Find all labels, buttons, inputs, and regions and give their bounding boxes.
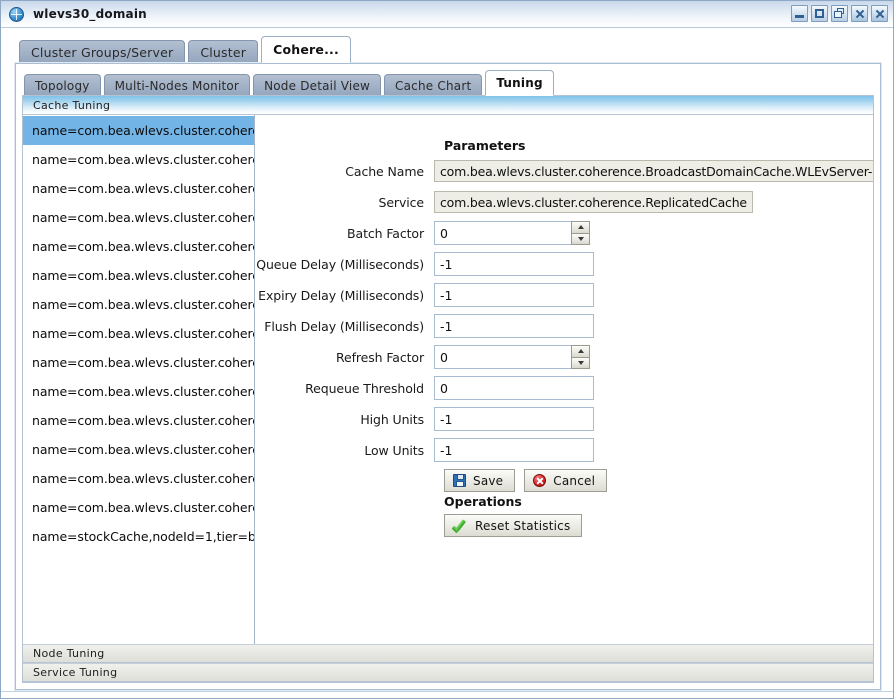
accordion-header-cache-tuning[interactable]: Cache Tuning <box>23 96 873 115</box>
cache-list[interactable]: name=com.bea.wlevs.cluster.cohere... name… <box>23 115 255 644</box>
cancel-button-label: Cancel <box>553 473 596 488</box>
tab-node-detail-view[interactable]: Node Detail View <box>253 74 382 96</box>
tab-multi-nodes-monitor[interactable]: Multi-Nodes Monitor <box>103 74 251 96</box>
field-row-batch-factor: Batch Factor 0 <box>255 221 873 245</box>
form-action-buttons: Save Cancel <box>444 469 608 492</box>
label-batch-factor: Batch Factor <box>347 225 424 241</box>
spinner-buttons-refresh-factor[interactable] <box>571 345 590 369</box>
window-controls <box>791 5 888 22</box>
spinner-up-icon[interactable] <box>572 346 589 357</box>
list-item[interactable]: name=com.bea.wlevs.cluster.cohere... <box>23 174 254 203</box>
save-button[interactable]: Save <box>444 469 516 492</box>
list-item[interactable]: name=com.bea.wlevs.cluster.cohere... <box>23 203 254 232</box>
label-cache-name: Cache Name <box>345 163 424 179</box>
spinner-down-icon[interactable] <box>572 232 589 244</box>
label-high-units: High Units <box>360 411 424 427</box>
label-service: Service <box>378 194 425 210</box>
list-item[interactable]: name=com.bea.wlevs.cluster.cohere... <box>23 290 254 319</box>
accordion-header-service-tuning[interactable]: Service Tuning <box>23 663 873 682</box>
accordion-header-cache-tuning-label: Cache Tuning <box>33 98 111 112</box>
list-item[interactable]: name=com.bea.wlevs.cluster.cohere... <box>23 406 254 435</box>
coherence-panel: Topology Multi-Nodes Monitor Node Detail… <box>15 63 881 690</box>
check-mark-icon <box>451 519 468 534</box>
field-row-low-units: Low Units -1 <box>255 438 873 462</box>
reset-statistics-button-label: Reset Statistics <box>475 518 571 533</box>
minimize-button[interactable] <box>791 5 808 22</box>
list-item[interactable]: name=stockCache,nodeId=1,tier=back <box>23 522 254 551</box>
spinner-batch-factor[interactable]: 0 <box>434 221 590 245</box>
operations-heading: Operations <box>444 494 522 509</box>
floppy-disk-icon <box>453 474 466 487</box>
list-item[interactable]: name=com.bea.wlevs.cluster.cohere... <box>23 493 254 522</box>
input-expiry-delay[interactable]: -1 <box>434 283 594 307</box>
value-service: com.bea.wlevs.cluster.coherence.Replicat… <box>434 191 753 213</box>
tab-cluster[interactable]: Cluster <box>188 40 259 63</box>
input-low-units[interactable]: -1 <box>434 438 594 462</box>
tuning-accordion: Cache Tuning name=com.bea.wlevs.cluster.… <box>22 95 874 683</box>
field-row-requeue-threshold: Requeue Threshold 0 <box>255 376 873 400</box>
reset-statistics-button[interactable]: Reset Statistics <box>444 514 583 537</box>
spinner-up-icon[interactable] <box>572 222 589 233</box>
inner-tab-bar: Topology Multi-Nodes Monitor Node Detail… <box>24 69 557 96</box>
field-row-service: Service com.bea.wlevs.cluster.coherence.… <box>255 190 873 214</box>
application-window: wlevs30_domain Cluster Groups/Server Clu… <box>0 0 894 699</box>
list-item[interactable]: name=com.bea.wlevs.cluster.cohere... <box>23 261 254 290</box>
cancel-button[interactable]: Cancel <box>524 469 608 492</box>
outer-tab-bar: Cluster Groups/Server Cluster Cohere... <box>1 35 893 63</box>
label-low-units: Low Units <box>364 442 424 458</box>
list-item[interactable]: name=com.bea.wlevs.cluster.cohere... <box>23 116 254 145</box>
input-flush-delay[interactable]: -1 <box>434 314 594 338</box>
label-flush-delay: Flush Delay (Milliseconds) <box>264 318 424 334</box>
label-queue-delay: Queue Delay (Milliseconds) <box>256 256 424 272</box>
save-button-label: Save <box>473 473 504 488</box>
field-row-expiry-delay: Expiry Delay (Milliseconds) -1 <box>255 283 873 307</box>
tab-cluster-groups-server[interactable]: Cluster Groups/Server <box>19 40 186 63</box>
list-item[interactable]: name=com.bea.wlevs.cluster.cohere... <box>23 232 254 261</box>
value-cache-name: com.bea.wlevs.cluster.coherence.Broadcas… <box>434 160 873 182</box>
window-title: wlevs30_domain <box>33 7 147 21</box>
list-item[interactable]: name=com.bea.wlevs.cluster.cohere... <box>23 377 254 406</box>
field-row-high-units: High Units -1 <box>255 407 873 431</box>
field-row-refresh-factor: Refresh Factor 0 <box>255 345 873 369</box>
accordion-header-node-tuning-label: Node Tuning <box>33 647 105 660</box>
input-batch-factor[interactable]: 0 <box>434 221 571 245</box>
list-item[interactable]: name=com.bea.wlevs.cluster.cohere... <box>23 464 254 493</box>
cache-parameters-form: Parameters Cache Name com.bea.wlevs.clus… <box>255 115 873 644</box>
field-row-queue-delay: Queue Delay (Milliseconds) -1 <box>255 252 873 276</box>
close-view-button[interactable] <box>851 5 868 22</box>
title-bar: wlevs30_domain <box>1 1 893 28</box>
accordion-header-service-tuning-label: Service Tuning <box>33 666 118 679</box>
label-refresh-factor: Refresh Factor <box>335 349 424 365</box>
list-item[interactable]: name=com.bea.wlevs.cluster.cohere... <box>23 145 254 174</box>
input-requeue-threshold[interactable]: 0 <box>434 376 594 400</box>
window-bottom-strip <box>1 691 893 698</box>
restore-button[interactable] <box>831 5 848 22</box>
tab-coherence[interactable]: Cohere... <box>261 36 351 63</box>
list-item[interactable]: name=com.bea.wlevs.cluster.cohere... <box>23 348 254 377</box>
accordion-header-node-tuning[interactable]: Node Tuning <box>23 644 873 663</box>
globe-icon <box>9 6 24 22</box>
list-item[interactable]: name=com.bea.wlevs.cluster.cohere... <box>23 319 254 348</box>
maximize-button[interactable] <box>811 5 828 22</box>
spinner-buttons-batch-factor[interactable] <box>571 221 590 245</box>
parameters-heading: Parameters <box>444 138 526 153</box>
operations-buttons: Reset Statistics <box>444 514 583 537</box>
label-expiry-delay: Expiry Delay (Milliseconds) <box>258 287 424 303</box>
input-high-units[interactable]: -1 <box>434 407 594 431</box>
tab-topology[interactable]: Topology <box>24 74 101 96</box>
tab-tuning[interactable]: Tuning <box>485 70 554 96</box>
spinner-refresh-factor[interactable]: 0 <box>434 345 590 369</box>
input-queue-delay[interactable]: -1 <box>434 252 594 276</box>
close-circle-icon <box>533 474 547 487</box>
label-requeue-threshold: Requeue Threshold <box>305 380 424 396</box>
cache-tuning-body: name=com.bea.wlevs.cluster.cohere... name… <box>23 115 873 644</box>
close-button[interactable] <box>871 5 888 22</box>
field-row-cache-name: Cache Name com.bea.wlevs.cluster.coheren… <box>255 159 873 183</box>
tab-cache-chart[interactable]: Cache Chart <box>384 74 483 96</box>
spinner-down-icon[interactable] <box>572 356 589 368</box>
list-item[interactable]: name=com.bea.wlevs.cluster.cohere... <box>23 435 254 464</box>
input-refresh-factor[interactable]: 0 <box>434 345 571 369</box>
field-row-flush-delay: Flush Delay (Milliseconds) -1 <box>255 314 873 338</box>
